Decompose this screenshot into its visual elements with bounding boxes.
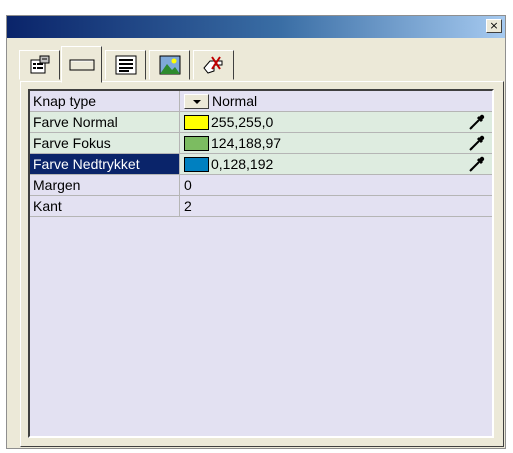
tab-properties[interactable] [19, 50, 60, 80]
tab-button[interactable] [61, 46, 102, 83]
button-type-value: Normal [212, 93, 258, 109]
image-icon [159, 55, 180, 75]
prop-row-border[interactable]: Kant 2 [30, 196, 492, 217]
button-icon [69, 59, 94, 70]
eyedropper-icon[interactable] [468, 134, 486, 152]
title-bar[interactable]: × [7, 16, 505, 38]
color-value: 124,188,97 [211, 135, 282, 151]
hand-action-icon [202, 56, 222, 74]
prop-label: Farve Fokus [30, 133, 180, 153]
dropdown-button[interactable] [184, 93, 209, 109]
prop-row-color-focus[interactable]: Farve Fokus 124,188,97 [30, 133, 492, 154]
property-window: × Knap type Normal Farve Normal 255,255,… [6, 15, 506, 449]
prop-row-margin[interactable]: Margen 0 [30, 175, 492, 196]
prop-value[interactable]: 0 [184, 175, 192, 195]
color-swatch-green[interactable] [184, 135, 209, 151]
prop-label: Margen [30, 175, 180, 195]
prop-value[interactable]: 0,128,192 [184, 154, 273, 174]
prop-label: Knap type [30, 91, 180, 111]
close-button[interactable]: × [486, 19, 502, 33]
eyedropper-icon[interactable] [468, 155, 486, 173]
prop-label: Farve Normal [30, 112, 180, 132]
prop-label: Kant [30, 196, 180, 216]
eyedropper-icon[interactable] [468, 113, 486, 131]
tab-action[interactable] [193, 50, 234, 80]
color-swatch-yellow[interactable] [184, 114, 209, 130]
tab-panel: Knap type Normal Farve Normal 255,255,0 [20, 81, 504, 447]
color-value: 0,128,192 [211, 156, 274, 172]
prop-value[interactable]: 2 [184, 196, 192, 216]
prop-row-color-pressed[interactable]: Farve Nedtrykket 0,128,192 [30, 154, 492, 175]
prop-value[interactable]: Normal [184, 91, 257, 111]
prop-row-button-type[interactable]: Knap type Normal [30, 91, 492, 112]
tab-image[interactable] [149, 50, 190, 80]
property-grid: Knap type Normal Farve Normal 255,255,0 [28, 89, 494, 438]
tab-text[interactable] [105, 50, 146, 80]
color-value: 255,255,0 [211, 114, 274, 130]
color-swatch-blue[interactable] [184, 156, 209, 172]
prop-value[interactable]: 124,188,97 [184, 133, 281, 153]
properties-icon [30, 55, 49, 74]
prop-label-selected: Farve Nedtrykket [30, 154, 180, 174]
prop-row-color-normal[interactable]: Farve Normal 255,255,0 [30, 112, 492, 133]
text-align-icon [115, 55, 136, 75]
prop-value[interactable]: 255,255,0 [184, 112, 273, 132]
